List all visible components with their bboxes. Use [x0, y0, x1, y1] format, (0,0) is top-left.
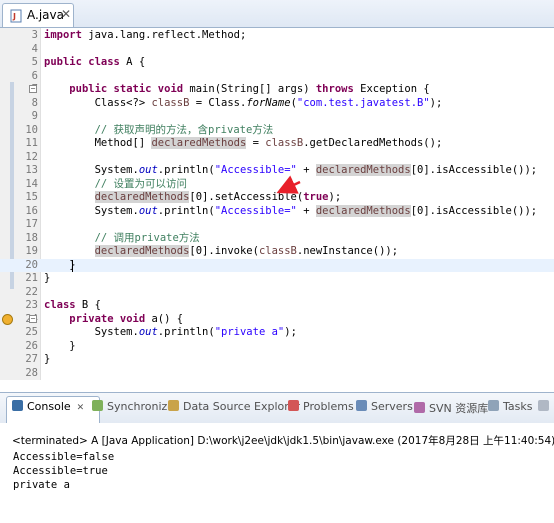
console-output-line: private a [13, 479, 70, 491]
tab-overflow[interactable] [538, 400, 553, 416]
console-output-area[interactable]: <terminated> A [Java Application] D:\wor… [0, 423, 554, 523]
tab-problems[interactable]: Problems [288, 400, 354, 416]
console-output-line: Accessible=true [13, 465, 108, 477]
svn-icon [414, 402, 425, 413]
tasks-icon [488, 400, 499, 411]
console-icon [12, 400, 23, 411]
tab-svn[interactable]: SVN 资源库 [414, 400, 488, 416]
console-output-line: Accessible=false [13, 451, 115, 463]
tab-synchronize[interactable]: Synchronize [92, 400, 174, 416]
overflow-icon [538, 400, 549, 411]
tab-servers[interactable]: Servers [356, 400, 413, 416]
bottom-view-tabs: Console ✕ Synchronize Data Source Explore… [0, 392, 554, 424]
arrow-annotation-code [276, 175, 301, 194]
console-terminated-header: <terminated> A [Java Application] D:\wor… [12, 435, 554, 447]
sync-icon [92, 400, 103, 411]
servers-icon [356, 400, 367, 411]
tab-tasks[interactable]: Tasks [488, 400, 532, 416]
problems-icon [288, 400, 299, 411]
tab-data-source-explorer[interactable]: Data Source Explorer [168, 400, 300, 416]
database-icon [168, 400, 179, 411]
tab-console[interactable]: Console ✕ [12, 400, 84, 416]
